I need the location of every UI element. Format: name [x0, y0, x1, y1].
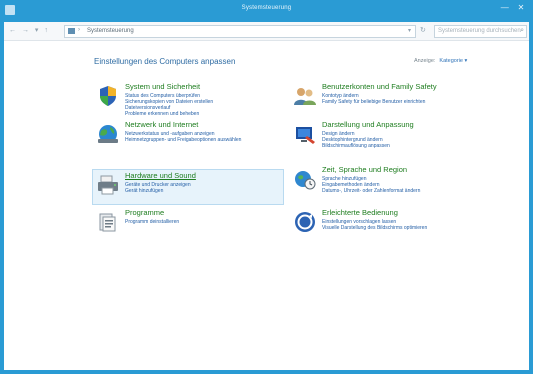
link[interactable]: Heimnetzgruppen- und Freigabeoptionen au…	[125, 137, 241, 143]
shield-icon[interactable]	[96, 84, 120, 108]
link[interactable]: Datums-, Uhrzeit- oder Zahlenformat ände…	[322, 188, 420, 194]
search-placeholder: Systemsteuerung durchsuchen	[438, 28, 521, 34]
category-ease-of-access: Erleichterte Bedienung Einstellungen vor…	[289, 206, 481, 242]
printer-icon[interactable]	[96, 173, 120, 197]
category-title[interactable]: Zeit, Sprache und Region	[322, 165, 407, 174]
window-bottom	[4, 362, 529, 370]
view-by-select[interactable]: Kategorie ▾	[439, 58, 467, 64]
users-icon[interactable]	[293, 84, 317, 108]
address-bar: ← → ▾ ↑ › Systemsteuerung ▾ ↻ Systemsteu…	[4, 22, 529, 41]
window-controls: — ✕	[498, 3, 528, 13]
category-title[interactable]: Netzwerk und Internet	[125, 120, 198, 129]
category-user-accounts: Benutzerkonten und Family Safety Kontoty…	[289, 80, 481, 116]
page-title: Einstellungen des Computers anpassen	[94, 57, 236, 66]
minimize-button[interactable]: —	[498, 3, 512, 13]
view-by-label: Anzeige:	[414, 58, 436, 64]
window-frame: Systemsteuerung — ✕ ← → ▾ ↑ › Systemsteu…	[0, 0, 533, 374]
chevron-right-icon[interactable]: ›	[78, 27, 80, 33]
refresh-icon[interactable]: ↻	[420, 26, 426, 34]
link[interactable]: Bildschirmauflösung anpassen	[322, 143, 390, 149]
category-links: Sprache hinzufügen Eingabemethoden änder…	[322, 176, 420, 194]
view-by-control: Anzeige: Kategorie ▾	[414, 58, 467, 64]
category-time-language-region: Zeit, Sprache und Region Sprache hinzufü…	[289, 163, 481, 199]
category-appearance-personalization: Darstellung und Anpassung Design ändern …	[289, 118, 481, 154]
accessibility-icon[interactable]	[293, 210, 317, 234]
category-links: Status des Computers überprüfen Sicherun…	[125, 93, 213, 117]
display-icon[interactable]	[293, 122, 317, 146]
category-title[interactable]: Darstellung und Anpassung	[322, 120, 414, 129]
recent-dropdown-icon[interactable]: ▾	[35, 27, 39, 34]
clock-globe-icon[interactable]	[293, 167, 317, 191]
category-title[interactable]: Erleichterte Bedienung	[322, 208, 398, 217]
title-bar[interactable]: Systemsteuerung — ✕	[0, 0, 533, 22]
category-title[interactable]: System und Sicherheit	[125, 82, 200, 91]
control-panel-icon	[68, 28, 75, 34]
link[interactable]: Probleme erkennen und beheben	[125, 111, 213, 117]
category-title[interactable]: Hardware und Sound	[125, 171, 196, 180]
category-title[interactable]: Programme	[125, 208, 164, 217]
link[interactable]: Family Safety für beliebige Benutzer ein…	[322, 99, 425, 105]
programs-icon[interactable]	[96, 210, 120, 234]
breadcrumb[interactable]: Systemsteuerung	[87, 28, 134, 34]
category-links: Einstellungen vorschlagen lassen Visuell…	[322, 219, 427, 231]
category-links: Programm deinstallieren	[125, 219, 179, 225]
search-icon[interactable]: ⌕	[520, 27, 524, 35]
category-links: Kontotyp ändern Family Safety für belieb…	[322, 93, 425, 105]
window-title: Systemsteuerung	[241, 5, 292, 11]
window-client: ← → ▾ ↑ › Systemsteuerung ▾ ↻ Systemsteu…	[4, 22, 529, 370]
category-programs: Programme Programm deinstallieren	[92, 206, 284, 242]
globe-network-icon[interactable]	[96, 122, 120, 146]
link[interactable]: Visuelle Darstellung des Bildschirms opt…	[322, 225, 427, 231]
address-path[interactable]: › Systemsteuerung ▾	[64, 25, 416, 38]
up-arrow-icon[interactable]: ↑	[44, 27, 48, 34]
back-arrow-icon[interactable]: ←	[9, 27, 16, 34]
link[interactable]: Programm deinstallieren	[125, 219, 179, 225]
category-title[interactable]: Benutzerkonten und Family Safety	[322, 82, 437, 91]
chevron-down-icon[interactable]: ▾	[408, 27, 411, 34]
link[interactable]: Gerät hinzufügen	[125, 188, 191, 194]
category-links: Netzwerkstatus und -aufgaben anzeigen He…	[125, 131, 241, 143]
search-input[interactable]: Systemsteuerung durchsuchen ⌕	[434, 25, 527, 38]
category-system-security: System und Sicherheit Status des Compute…	[92, 80, 284, 117]
category-links: Geräte und Drucker anzeigen Gerät hinzuf…	[125, 182, 191, 194]
category-links: Design ändern Desktophintergrund ändern …	[322, 131, 390, 149]
forward-arrow-icon[interactable]: →	[22, 27, 29, 34]
close-button[interactable]: ✕	[514, 3, 528, 13]
category-network-internet: Netzwerk und Internet Netzwerkstatus und…	[92, 118, 284, 154]
category-hardware-sound[interactable]: Hardware und Sound Geräte und Drucker an…	[92, 169, 284, 205]
navigation-buttons: ← → ▾ ↑	[9, 26, 52, 34]
